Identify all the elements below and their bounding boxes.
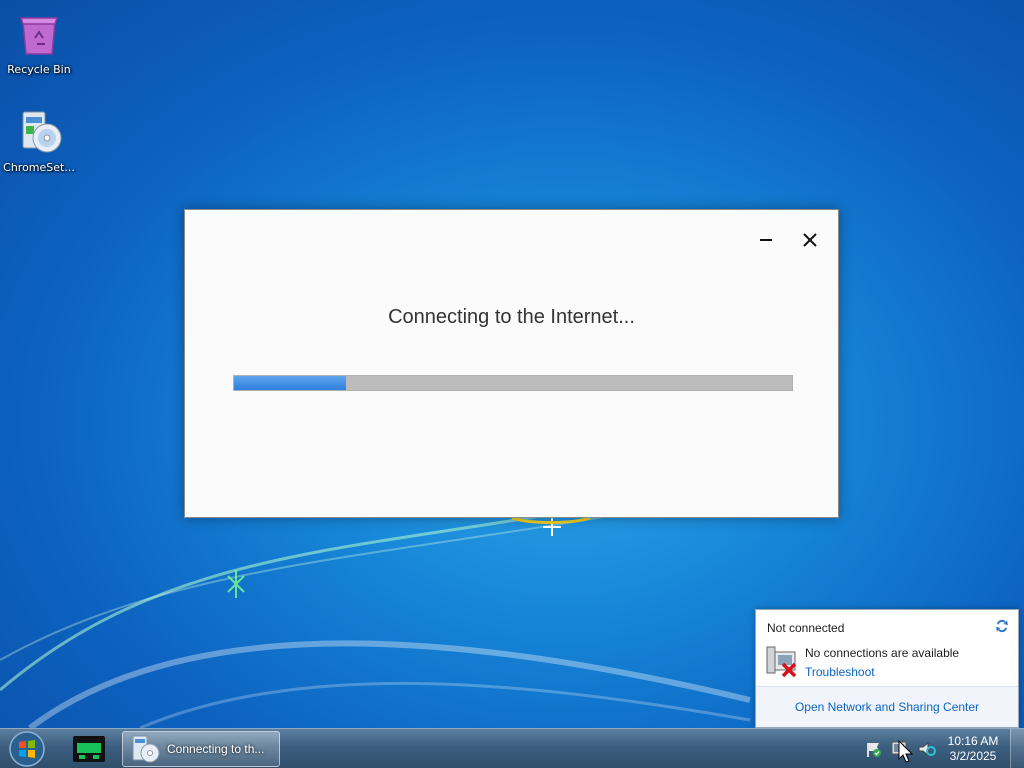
taskbar-task-connecting[interactable]: Connecting to th... — [122, 731, 280, 767]
installer-dialog: Connecting to the Internet... — [184, 209, 839, 518]
taskbar-clock[interactable]: 10:16 AM 3/2/2025 — [940, 734, 1006, 764]
action-center-flag-icon[interactable] — [864, 739, 884, 759]
show-desktop-button[interactable] — [1010, 729, 1024, 768]
minimize-button[interactable] — [751, 226, 781, 254]
close-icon — [803, 233, 817, 247]
network-flyout: Not connected No connections are availab… — [755, 609, 1019, 728]
progress-bar-fill — [234, 376, 346, 390]
taskbar-pinned-app[interactable] — [66, 731, 112, 767]
mouse-cursor — [898, 740, 914, 763]
desktop-icon-label: ChromeSet... — [3, 161, 75, 174]
troubleshoot-link[interactable]: Troubleshoot — [805, 665, 875, 679]
desktop-icon-label: Recycle Bin — [7, 63, 71, 76]
clock-time: 10:16 AM — [947, 734, 999, 748]
network-message: No connections are available — [805, 646, 960, 660]
installer-disc-icon — [132, 735, 160, 763]
clock-date: 3/2/2025 — [949, 749, 997, 763]
progress-bar — [233, 375, 793, 391]
desktop-icon-chromesetup[interactable]: ChromeSet... — [1, 108, 77, 174]
refresh-icon[interactable] — [994, 618, 1010, 634]
close-button[interactable] — [795, 226, 825, 254]
dialog-message: Connecting to the Internet... — [388, 306, 635, 328]
network-disconnected-icon — [766, 646, 797, 678]
minimize-icon — [760, 239, 772, 241]
desktop-icon-recycle-bin[interactable]: Recycle Bin — [1, 10, 77, 76]
installer-disc-icon — [22, 111, 62, 153]
network-status-title: Not connected — [767, 621, 845, 635]
taskbar: Connecting to th... 10:16 AM 3/2/2025 — [0, 728, 1024, 768]
recycle-bin-icon — [19, 17, 59, 55]
network-sharing-center-link[interactable]: Open Network and Sharing Center — [795, 700, 979, 714]
terminal-app-icon — [73, 736, 105, 762]
start-button[interactable] — [4, 730, 50, 768]
taskbar-task-label: Connecting to th... — [167, 742, 265, 756]
speaker-icon[interactable] — [916, 739, 936, 759]
